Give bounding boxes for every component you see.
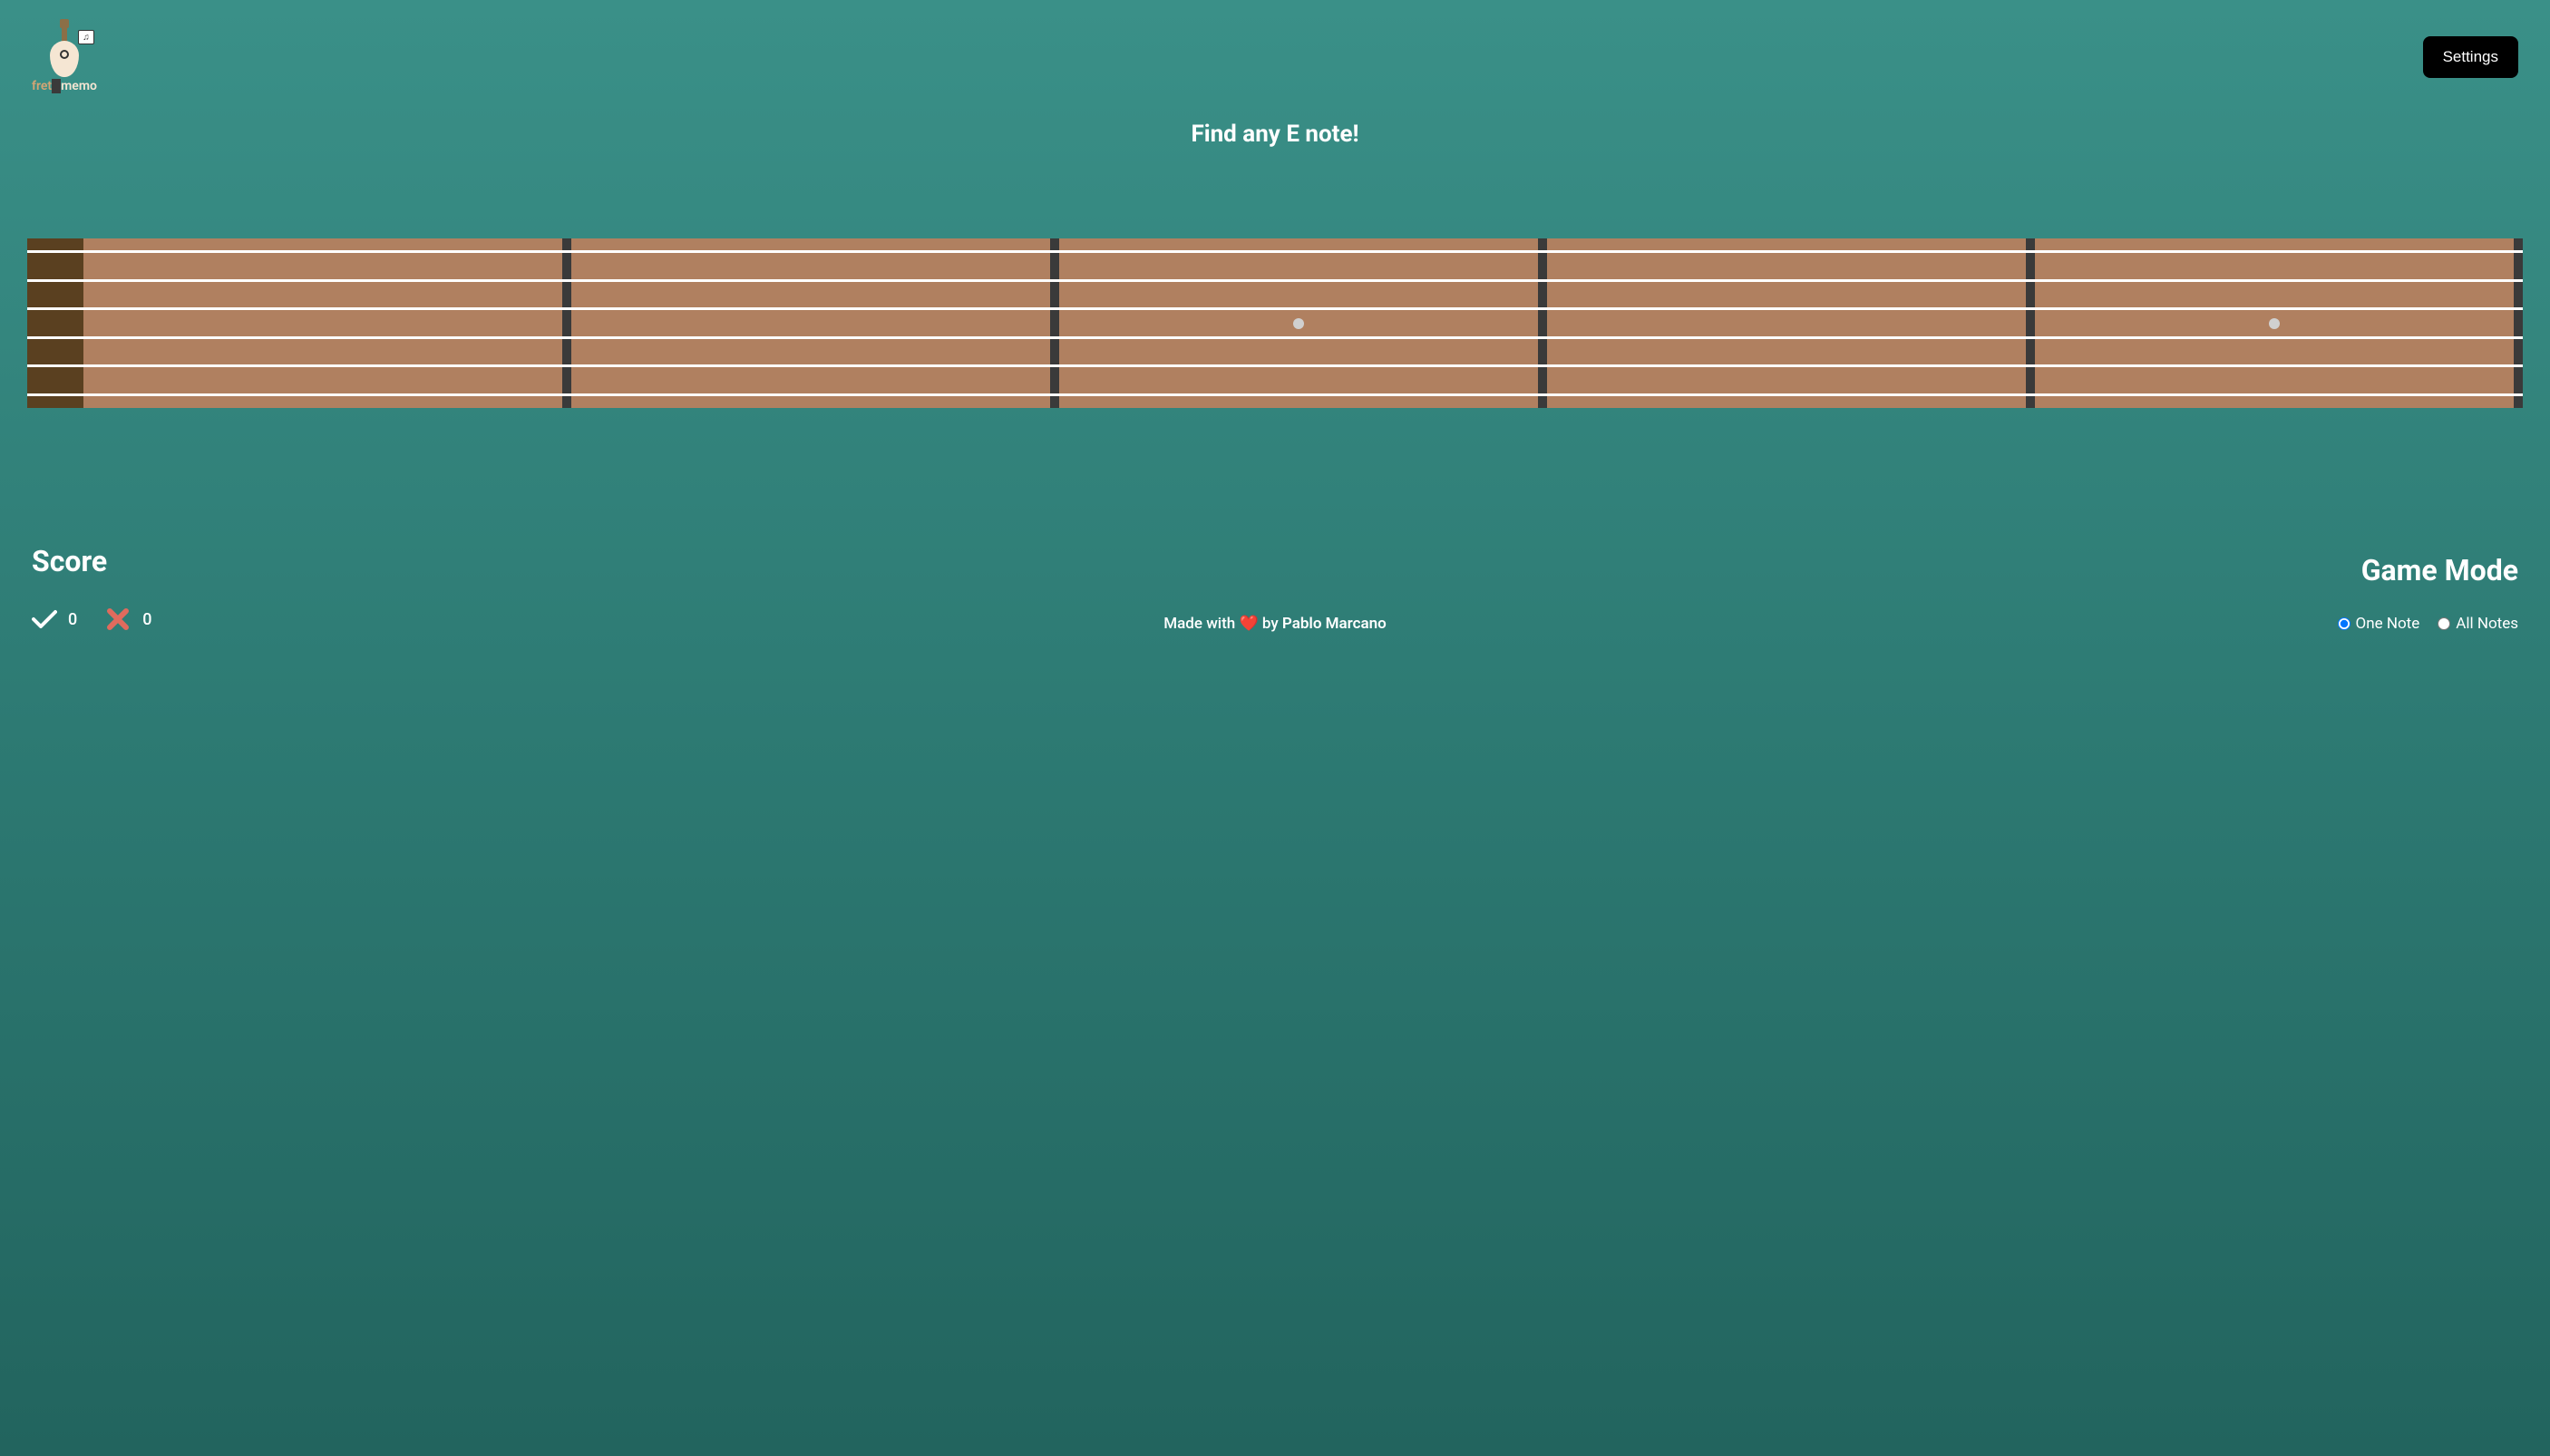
logo[interactable]: ♫ fretmemo bbox=[32, 23, 97, 93]
score-heading: Score bbox=[32, 544, 151, 578]
radio-one-note[interactable]: One Note bbox=[2338, 615, 2420, 633]
author-link[interactable]: Pablo Marcano bbox=[1282, 615, 1387, 633]
correct-count: 0 bbox=[68, 610, 77, 629]
settings-button[interactable]: Settings bbox=[2423, 36, 2518, 78]
fret-4[interactable] bbox=[1547, 238, 2035, 408]
radio-one-note-input[interactable] bbox=[2338, 617, 2350, 630]
string bbox=[27, 250, 83, 253]
radio-all-notes[interactable]: All Notes bbox=[2438, 615, 2518, 633]
logo-text: fretmemo bbox=[32, 79, 97, 93]
string bbox=[27, 279, 83, 282]
radio-label: All Notes bbox=[2456, 615, 2518, 633]
radio-all-notes-input[interactable] bbox=[2438, 617, 2450, 630]
fret-marker-icon bbox=[1293, 318, 1304, 329]
x-icon bbox=[104, 606, 131, 633]
fret-marker-icon bbox=[2269, 318, 2280, 329]
footer-credit: Made with ❤️ by Pablo Marcano bbox=[1163, 615, 1387, 633]
fretboard-nut[interactable] bbox=[27, 238, 83, 408]
guitar-logo-icon: ♫ bbox=[42, 23, 87, 77]
score-incorrect: 0 bbox=[104, 606, 151, 633]
fret-1[interactable] bbox=[83, 238, 571, 408]
fretboard[interactable] bbox=[27, 238, 2523, 408]
fret-3[interactable] bbox=[1059, 238, 1547, 408]
string bbox=[27, 393, 83, 396]
fret-2[interactable] bbox=[571, 238, 1059, 408]
string bbox=[27, 364, 83, 367]
game-mode-section: Game Mode One Note All Notes bbox=[2338, 553, 2518, 633]
fret-5[interactable] bbox=[2035, 238, 2523, 408]
string bbox=[27, 336, 83, 339]
radio-label: One Note bbox=[2356, 615, 2420, 633]
score-correct: 0 bbox=[32, 609, 77, 629]
incorrect-count: 0 bbox=[142, 610, 151, 629]
string bbox=[27, 307, 83, 310]
score-section: Score 0 0 bbox=[32, 544, 151, 633]
game-prompt: Find any E note! bbox=[0, 121, 2550, 148]
game-mode-heading: Game Mode bbox=[2338, 553, 2518, 587]
check-icon bbox=[32, 609, 57, 629]
